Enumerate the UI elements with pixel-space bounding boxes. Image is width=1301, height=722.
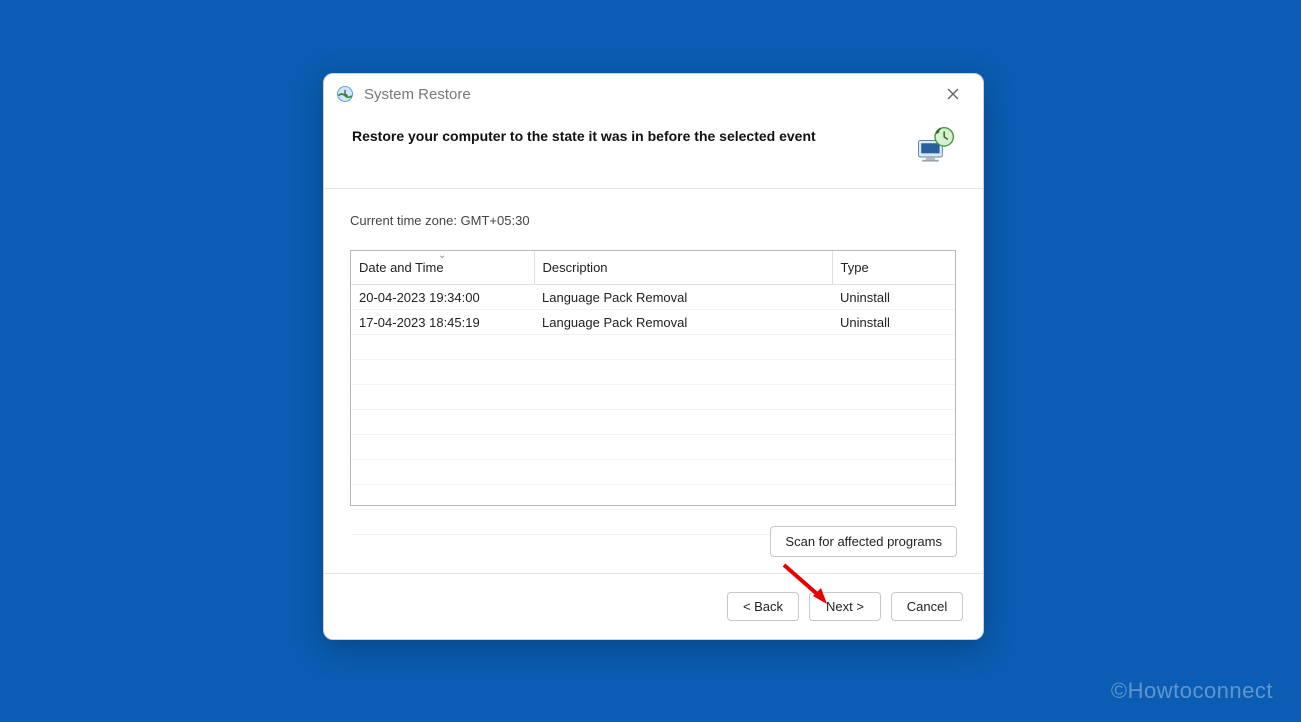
wizard-footer: < Back Next > Cancel xyxy=(324,573,983,639)
chevron-down-icon: ⌄ xyxy=(438,250,446,261)
wizard-content: Current time zone: GMT+05:30 Date and Ti… xyxy=(324,189,983,573)
close-button[interactable] xyxy=(933,79,973,109)
col-datetime[interactable]: Date and Time ⌄ xyxy=(351,251,534,285)
col-type[interactable]: Type xyxy=(832,251,955,285)
watermark: ©Howtoconnect xyxy=(1111,678,1273,704)
col-datetime-label: Date and Time xyxy=(359,260,444,275)
system-restore-icon xyxy=(334,83,356,105)
titlebar: System Restore xyxy=(324,74,983,114)
window-title: System Restore xyxy=(364,86,933,103)
cell-type: Uninstall xyxy=(832,285,955,310)
wizard-heading: Restore your computer to the state it wa… xyxy=(352,124,903,144)
timezone-label: Current time zone: GMT+05:30 xyxy=(350,213,957,228)
restore-computer-icon xyxy=(913,124,957,168)
cell-datetime: 20-04-2023 19:34:00 xyxy=(351,285,534,310)
col-description[interactable]: Description xyxy=(534,251,832,285)
wizard-header: Restore your computer to the state it wa… xyxy=(324,114,983,189)
system-restore-dialog: System Restore Restore your computer to … xyxy=(323,73,984,640)
next-button[interactable]: Next > xyxy=(809,592,881,621)
close-icon xyxy=(947,88,959,100)
restore-points-table[interactable]: Date and Time ⌄ Description Type 20-04-2… xyxy=(350,250,956,506)
scan-row: Scan for affected programs xyxy=(350,526,957,557)
cell-datetime: 17-04-2023 18:45:19 xyxy=(351,310,534,335)
back-button[interactable]: < Back xyxy=(727,592,799,621)
cell-type: Uninstall xyxy=(832,310,955,335)
col-type-label: Type xyxy=(841,260,869,275)
table-row[interactable]: 17-04-2023 18:45:19 Language Pack Remova… xyxy=(351,310,955,335)
cancel-button[interactable]: Cancel xyxy=(891,592,963,621)
scan-affected-button[interactable]: Scan for affected programs xyxy=(770,526,957,557)
cell-description: Language Pack Removal xyxy=(534,310,832,335)
col-description-label: Description xyxy=(543,260,608,275)
table-row[interactable]: 20-04-2023 19:34:00 Language Pack Remova… xyxy=(351,285,955,310)
cell-description: Language Pack Removal xyxy=(534,285,832,310)
